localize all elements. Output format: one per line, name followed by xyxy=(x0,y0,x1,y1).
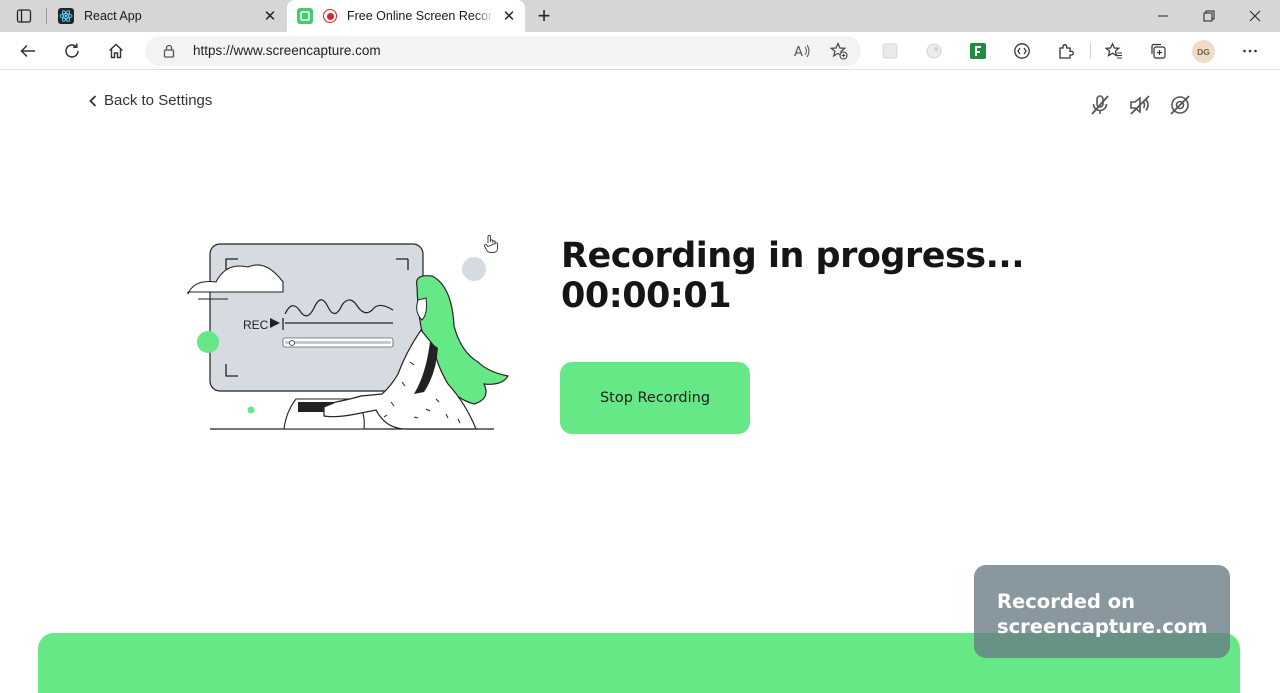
recording-timer: 00:00:01 xyxy=(561,276,732,316)
page-content: Back to Settings REC Recording in progre… xyxy=(0,71,1280,693)
favorites-icon[interactable] xyxy=(1102,39,1126,63)
toolbar-divider xyxy=(1090,43,1091,59)
recording-heading: Recording in progress... xyxy=(561,236,1025,276)
hand-cursor-icon xyxy=(483,234,499,254)
decorative-circle xyxy=(462,257,486,281)
lock-icon[interactable] xyxy=(162,43,176,59)
tab-title: Free Online Screen Recorder xyxy=(347,9,493,23)
green-dot xyxy=(197,331,219,353)
url-text[interactable]: https://www.screencapture.com xyxy=(193,43,381,58)
microphone-off-icon[interactable] xyxy=(1088,93,1112,117)
close-tab-icon[interactable]: ✕ xyxy=(499,6,519,26)
extension-placeholder-icon[interactable] xyxy=(878,39,902,63)
back-link-label: Back to Settings xyxy=(104,92,213,109)
chevron-left-icon xyxy=(89,94,97,107)
recording-dot-icon xyxy=(323,9,337,23)
watermark-line-2: screencapture.com xyxy=(997,615,1208,638)
tab-title: React App xyxy=(84,9,142,23)
extension-circle-icon[interactable] xyxy=(922,39,946,63)
recorded-on-watermark: Recorded on screencapture.com xyxy=(974,565,1230,658)
read-aloud-icon[interactable]: A xyxy=(793,41,813,61)
more-menu-icon[interactable] xyxy=(1238,39,1262,63)
camera-off-icon[interactable] xyxy=(1168,93,1192,117)
react-logo-icon xyxy=(58,8,74,24)
rec-label: REC xyxy=(243,318,269,332)
profile-avatar[interactable]: DG xyxy=(1192,40,1215,63)
back-to-settings-link[interactable]: Back to Settings xyxy=(88,92,212,109)
svg-text:A: A xyxy=(794,45,803,59)
refresh-icon[interactable] xyxy=(60,39,84,63)
restore-icon[interactable] xyxy=(1186,0,1232,32)
close-window-icon[interactable] xyxy=(1232,0,1278,32)
recording-illustration: REC xyxy=(187,243,509,430)
tab-bar: React App ✕ Free Online Screen Recorder … xyxy=(0,0,1280,32)
cloud-shape xyxy=(187,264,284,295)
tab-screen-recorder[interactable]: Free Online Screen Recorder ✕ xyxy=(287,0,525,32)
tab-separator xyxy=(46,8,47,24)
tab-react-app[interactable]: React App ✕ xyxy=(48,0,286,32)
extensions-puzzle-icon[interactable] xyxy=(1054,39,1078,63)
speaker-off-icon[interactable] xyxy=(1128,93,1152,117)
code-extension-icon[interactable] xyxy=(1010,39,1034,63)
watermark-line-1: Recorded on xyxy=(997,590,1136,613)
minimize-icon[interactable] xyxy=(1140,0,1186,32)
green-extension-icon[interactable] xyxy=(966,39,990,63)
address-bar[interactable]: https://www.screencapture.com A xyxy=(145,36,861,66)
stop-recording-button[interactable]: Stop Recording xyxy=(560,362,750,434)
close-tab-icon[interactable]: ✕ xyxy=(260,6,280,26)
collections-icon[interactable] xyxy=(1146,39,1170,63)
screencapture-logo-icon xyxy=(297,8,313,24)
home-icon[interactable] xyxy=(104,39,128,63)
new-tab-icon[interactable]: + xyxy=(532,3,556,28)
add-favorite-icon[interactable] xyxy=(829,41,849,61)
browser-toolbar: https://www.screencapture.com A DG xyxy=(0,32,1280,70)
tab-actions-icon[interactable] xyxy=(10,5,38,27)
back-arrow-icon[interactable] xyxy=(16,39,40,63)
